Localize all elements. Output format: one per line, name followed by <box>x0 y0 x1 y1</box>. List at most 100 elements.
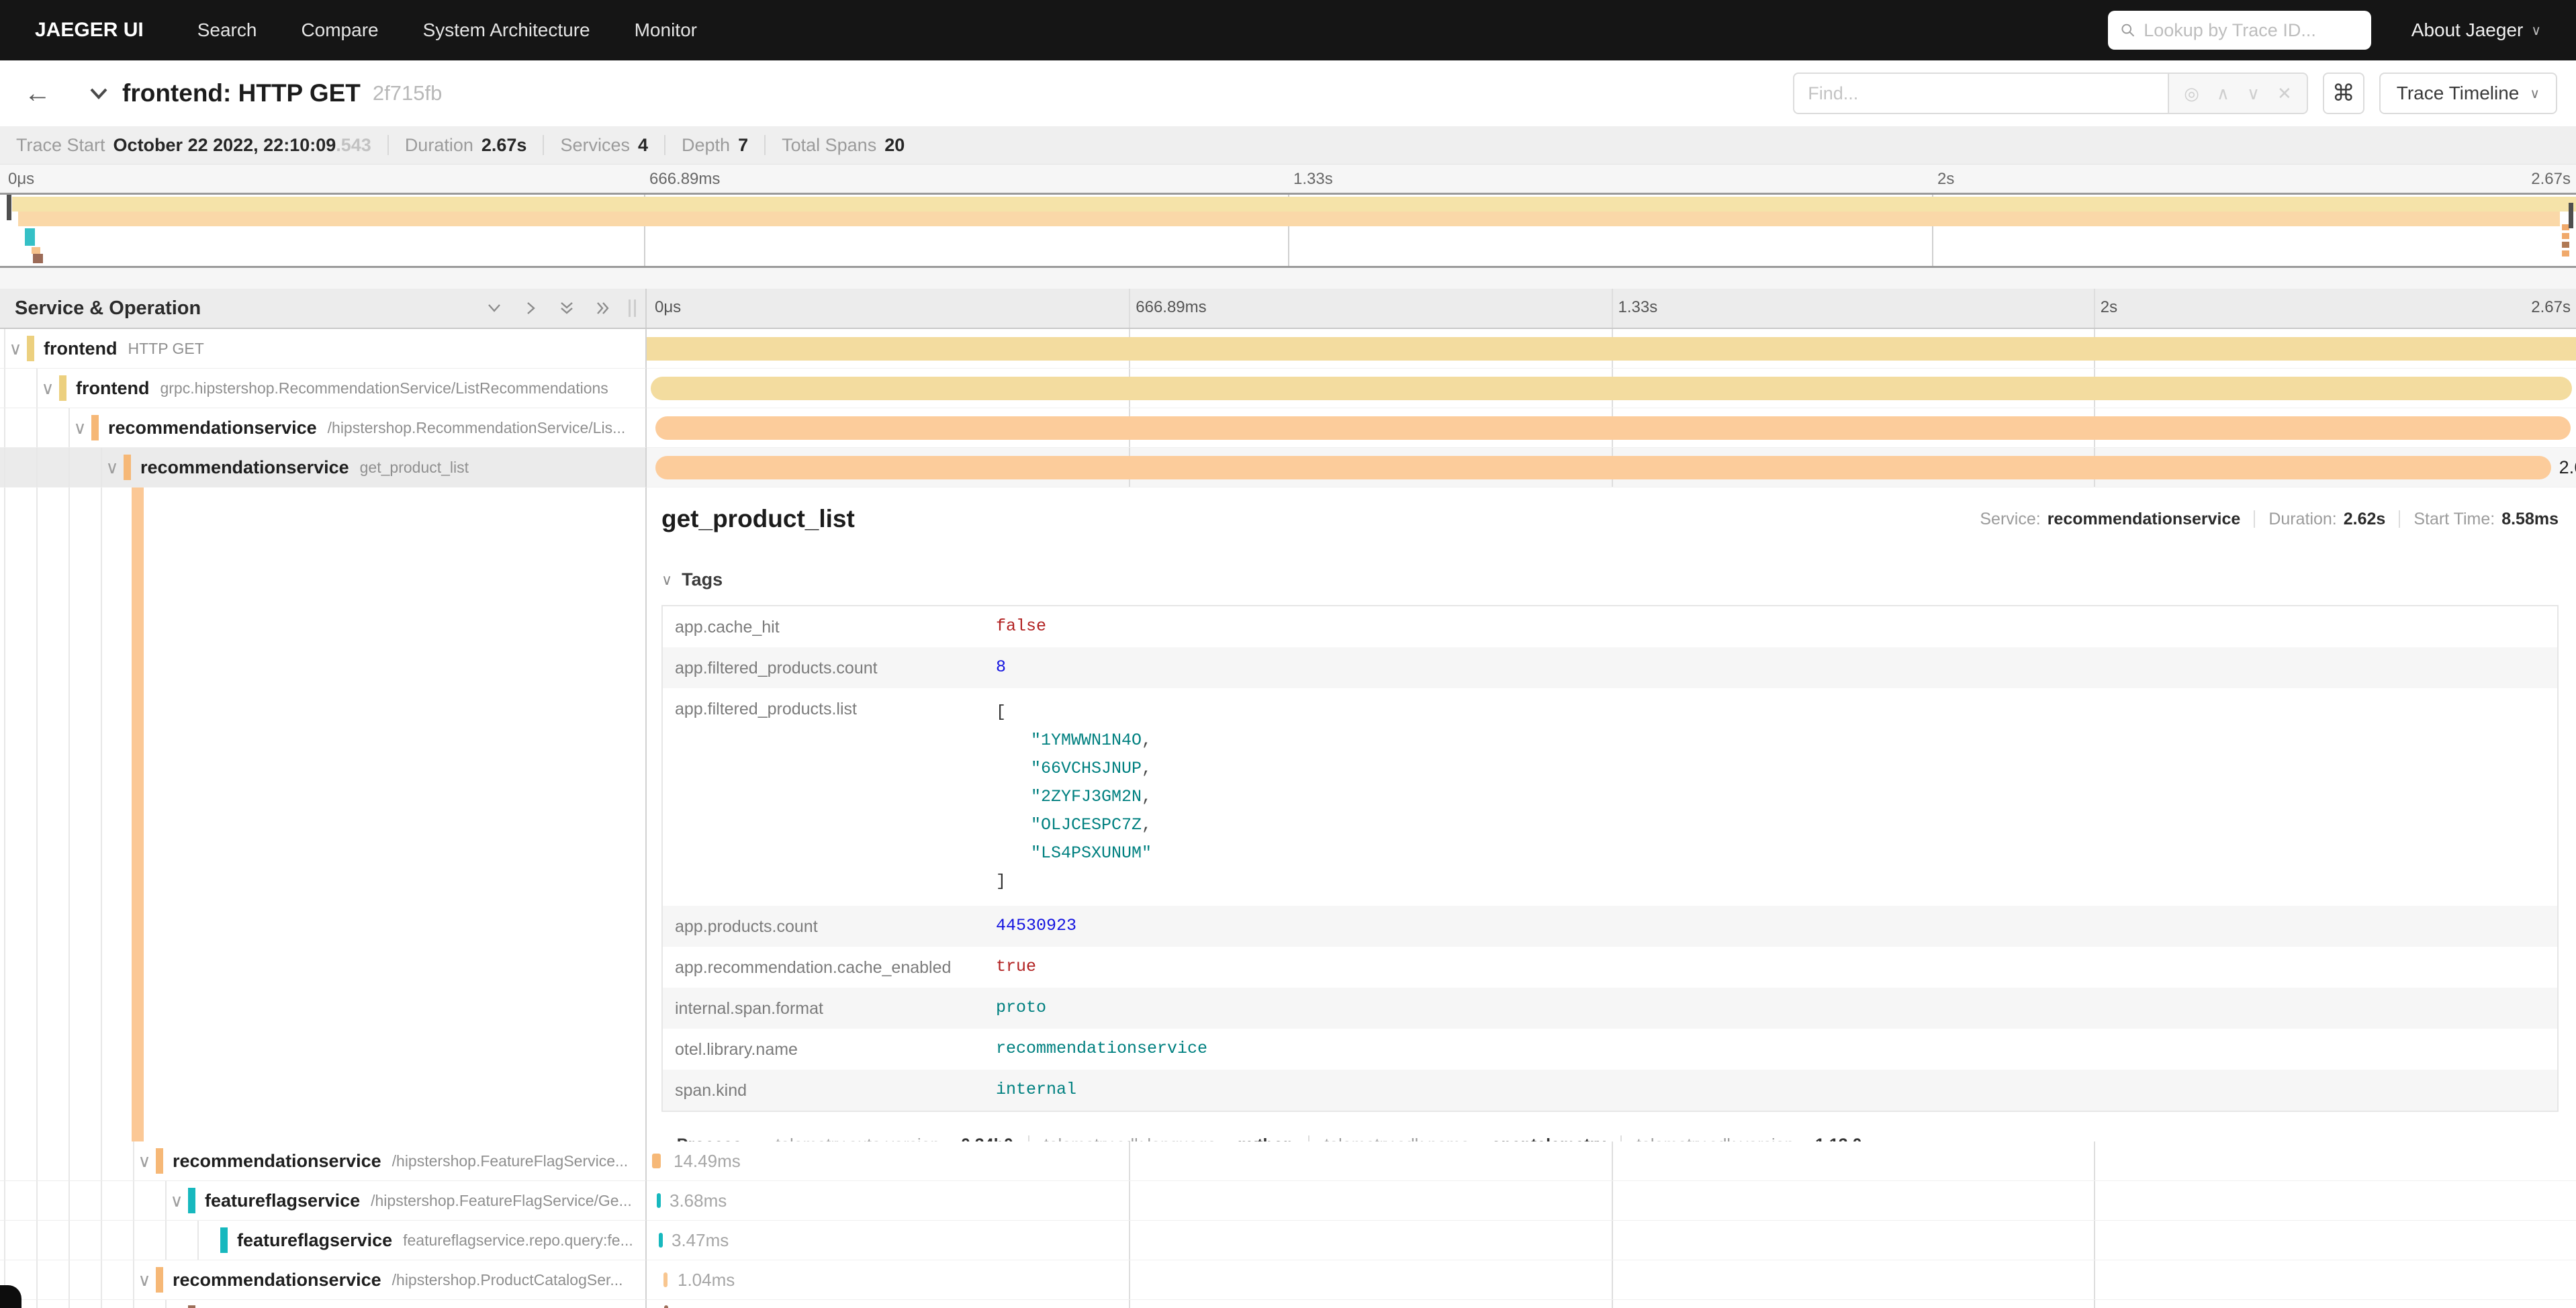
tag-row[interactable]: otel.library.name recommendationservice <box>663 1029 2557 1070</box>
brand-jaeger-ui[interactable]: JAEGER UI <box>35 19 144 42</box>
tag-row[interactable]: internal.span.format proto <box>663 988 2557 1029</box>
span-duration-bar[interactable] <box>655 416 2571 440</box>
tag-row[interactable]: app.recommendation.cache_enabled true <box>663 947 2557 988</box>
service-color-swatch <box>156 1267 163 1293</box>
collapse-chevron-icon[interactable]: ∨ <box>68 418 91 438</box>
about-jaeger-menu[interactable]: About Jaeger ∨ <box>2411 19 2541 41</box>
span-bar-track[interactable] <box>647 369 2576 408</box>
span-duration-bar[interactable] <box>655 456 2551 479</box>
minimap-left-scrubber[interactable] <box>7 195 11 220</box>
span-duration-bar[interactable] <box>657 1193 661 1208</box>
trace-start: Trace Start October 22 2022, 22:10:09.54… <box>16 135 371 156</box>
span-row-featureflag-get: ∨ featureflagservice /hipstershop.Featur… <box>0 1181 2576 1221</box>
chevron-down-icon: ∨ <box>2531 22 2541 39</box>
span-duration-bar[interactable] <box>647 337 2576 361</box>
process-kv: telemetry.sdk.name opentelemetry <box>1308 1135 1620 1141</box>
span-duration-bar[interactable] <box>659 1233 663 1248</box>
tags-table: app.cache_hit false app.filtered_product… <box>661 605 2559 1112</box>
top-nav: JAEGER UI Search Compare System Architec… <box>0 0 2576 60</box>
span-bar-track[interactable]: 3.47ms <box>647 1221 2576 1260</box>
span-bar-track[interactable] <box>647 329 2576 369</box>
collapse-chevron-icon[interactable]: ∨ <box>133 1151 156 1172</box>
trace-minimap[interactable]: 0μs 666.89ms 1.33s 2s 2.67s <box>0 165 2576 268</box>
span-row-get-product-list: ∨ recommendationservice get_product_list… <box>0 448 2576 487</box>
span-bar-track[interactable] <box>647 408 2576 448</box>
clear-find-icon[interactable]: ✕ <box>2277 83 2292 104</box>
nav-item-system-architecture[interactable]: System Architecture <box>423 19 590 41</box>
minimap-span-bar <box>33 254 43 263</box>
chevron-down-icon: ∨ <box>2530 85 2540 102</box>
collapse-chevron-icon[interactable]: ∨ <box>36 378 59 399</box>
collapse-one-icon[interactable] <box>486 300 502 316</box>
span-operation: HTTP GET <box>128 340 203 358</box>
selected-span-color-bar <box>132 487 144 1141</box>
keyboard-shortcuts-button[interactable]: ⌘ <box>2323 73 2364 114</box>
nav-item-compare[interactable]: Compare <box>301 19 378 41</box>
span-operation: get_product_list <box>360 459 469 477</box>
minimap-tick-labels: 0μs 666.89ms 1.33s 2s 2.67s <box>0 165 2576 193</box>
span-duration-bar[interactable] <box>664 1305 668 1308</box>
find-tools: ◎ ∧ ∨ ✕ <box>2168 73 2308 114</box>
trace-lookup-box[interactable] <box>2108 11 2371 50</box>
service-color-swatch <box>188 1188 195 1213</box>
trace-summary-bar: Trace Start October 22 2022, 22:10:09.54… <box>0 126 2576 165</box>
span-detail-row: get_product_list Service: recommendation… <box>0 487 2576 1141</box>
minimap-span-bar <box>25 228 35 246</box>
process-kv: telemetry.sdk.version 1.13.0 <box>1620 1135 1876 1141</box>
process-kv: telemetry.auto.version 0.34b0 <box>761 1135 1028 1141</box>
collapse-all-icon[interactable] <box>559 300 575 316</box>
tag-row[interactable]: app.cache_hit false <box>663 606 2557 647</box>
span-bar-track[interactable]: 3.68ms <box>647 1181 2576 1221</box>
trace-depth: Depth 7 <box>682 135 748 156</box>
expand-all-icon[interactable] <box>595 300 611 316</box>
span-row-frontend-http-get: ∨ frontend HTTP GET <box>0 329 2576 369</box>
trace-lookup-input[interactable] <box>2144 20 2359 41</box>
tags-section-toggle[interactable]: ∨ Tags <box>661 569 2576 590</box>
span-duration-label: 2.62s <box>2559 457 2576 478</box>
span-bar-track[interactable]: 2.62s <box>647 448 2576 487</box>
tag-row[interactable]: app.filtered_products.list [ 1YMWWN1N4O … <box>663 688 2557 906</box>
span-duration-bar[interactable] <box>663 1272 668 1287</box>
expand-one-icon[interactable] <box>522 300 539 316</box>
minimap-right-scrubber[interactable] <box>2569 203 2573 228</box>
trace-collapse-chevron[interactable] <box>89 87 109 100</box>
tag-row[interactable]: app.filtered_products.count 8 <box>663 647 2557 688</box>
timeline-header: 0μs 666.89ms 1.33s 2s 2.67s <box>647 289 2576 328</box>
detail-meta: Service: recommendationservice Duration:… <box>1980 510 2559 529</box>
span-duration-bar[interactable] <box>652 1154 661 1168</box>
collapse-chevron-icon[interactable]: ∨ <box>101 457 124 478</box>
next-match-icon[interactable]: ∨ <box>2247 83 2260 104</box>
detail-operation-title: get_product_list <box>661 505 1980 533</box>
nav-item-search[interactable]: Search <box>197 19 257 41</box>
find-input[interactable] <box>1793 73 2168 114</box>
tag-row[interactable]: span.kind internal <box>663 1070 2557 1111</box>
tag-row[interactable]: app.products.count 44530923 <box>663 906 2557 947</box>
span-bar-track[interactable]: 14.49ms <box>647 1141 2576 1181</box>
prev-match-icon[interactable]: ∧ <box>2217 83 2229 104</box>
minimap-span-bar <box>18 212 2560 226</box>
service-color-swatch <box>27 336 34 361</box>
column-resize-handle[interactable] <box>629 299 636 317</box>
span-row-frontend-grpc: ∨ frontend grpc.hipstershop.Recommendati… <box>0 369 2576 408</box>
span-operation: grpc.hipstershop.RecommendationService/L… <box>160 379 608 398</box>
nav-item-monitor[interactable]: Monitor <box>635 19 697 41</box>
span-row-productcatalog: ∨ recommendationservice /hipstershop.Pro… <box>0 1260 2576 1300</box>
jaeger-trace-page: JAEGER UI Search Compare System Architec… <box>0 0 2576 1308</box>
service-color-swatch <box>59 375 66 401</box>
span-service: featureflagservice <box>237 1230 392 1251</box>
span-duration-bar[interactable] <box>651 377 2572 400</box>
span-service: frontend <box>44 338 117 359</box>
collapse-chevron-icon[interactable]: ∨ <box>4 338 27 359</box>
back-arrow-icon[interactable]: ← <box>24 79 51 109</box>
focus-target-icon[interactable]: ◎ <box>2184 83 2199 104</box>
span-service: recommendationservice <box>173 1270 381 1291</box>
trace-view-select[interactable]: Trace Timeline ∨ <box>2379 73 2557 114</box>
span-duration-label: 1.04ms <box>678 1270 735 1291</box>
chevron-down-icon <box>89 87 109 100</box>
service-operation-header: Service & Operation <box>15 297 486 320</box>
span-bar-track[interactable]: 1.04ms <box>647 1260 2576 1300</box>
collapse-chevron-icon[interactable]: ∨ <box>165 1190 188 1211</box>
minimap-canvas[interactable] <box>0 193 2576 268</box>
collapse-chevron-icon[interactable]: ∨ <box>133 1270 156 1291</box>
process-section-toggle[interactable]: › Process: telemetry.auto.version 0.34b0… <box>661 1135 2576 1141</box>
